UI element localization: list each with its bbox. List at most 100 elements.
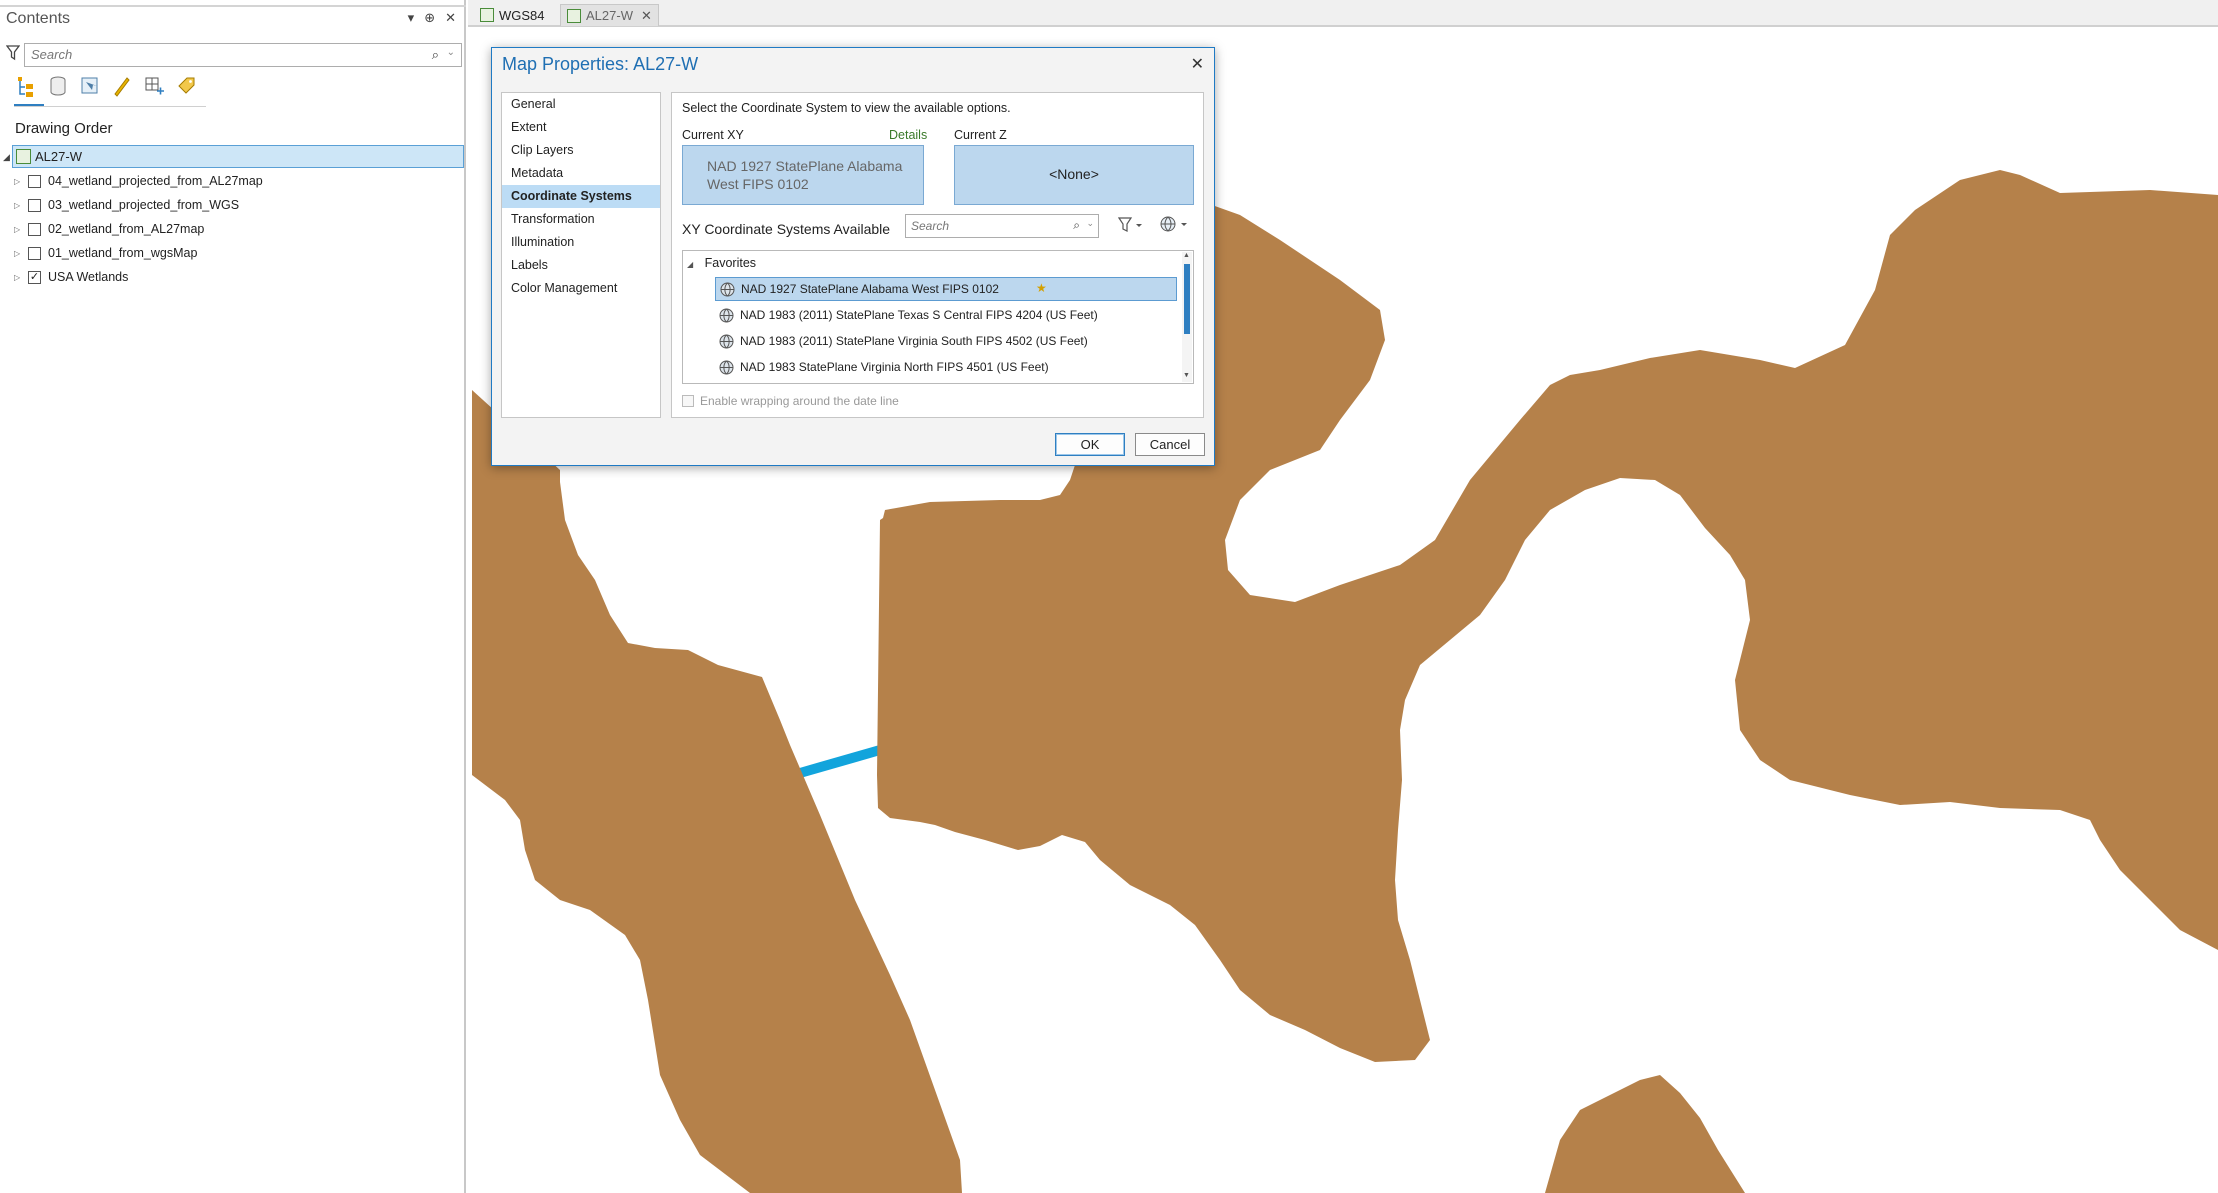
toolbar-divider [14, 106, 206, 107]
nav-item-clip-layers[interactable]: Clip Layers [502, 139, 660, 162]
layer-item[interactable]: ▷ 01_wetland_from_wgsMap [14, 242, 197, 264]
wrap-dateline-checkbox[interactable] [682, 395, 694, 407]
layer-visibility-checkbox[interactable]: ✓ [28, 270, 41, 284]
dialog-nav: General Extent Clip Layers Metadata Coor… [501, 92, 661, 418]
pane-top-border [0, 5, 466, 7]
contents-title: Contents [6, 10, 71, 27]
expand-icon[interactable]: ▷ [14, 273, 28, 282]
cs-item-label: NAD 1927 StatePlane Alabama West FIPS 01… [741, 282, 999, 296]
instruction-text: Select the Coordinate System to view the… [682, 101, 1011, 115]
current-xy-label: Current XY [682, 128, 744, 142]
contents-search-input[interactable]: Search ⌕ ⌄ [24, 43, 462, 67]
layer-item[interactable]: ▷ 02_wetland_from_AL27map [14, 218, 204, 240]
wrap-dateline-label: Enable wrapping around the date line [700, 394, 899, 408]
drawing-order-icon[interactable] [16, 74, 36, 98]
layer-label: USA Wetlands [48, 270, 129, 284]
list-scrollbar[interactable]: ▲ ▼ [1182, 252, 1192, 382]
current-z-box[interactable]: <None> [954, 145, 1194, 205]
current-xy-line1: NAD 1927 StatePlane Alabama [707, 158, 903, 174]
selection-icon[interactable] [80, 74, 100, 98]
map-icon [567, 8, 581, 23]
globe-icon [719, 308, 734, 322]
cs-item-label: NAD 1983 StatePlane Virginia North FIPS … [740, 360, 1049, 374]
globe-icon [719, 334, 734, 348]
current-z-label: Current Z [954, 128, 1007, 142]
nav-item-transformation[interactable]: Transformation [502, 208, 660, 231]
list-item[interactable]: NAD 1983 (2011) StatePlane Texas S Centr… [715, 303, 1177, 327]
layer-item[interactable]: ▷ ✓ USA Wetlands [14, 266, 128, 288]
map-tab-bar: WGS84 AL27-W ✕ [468, 0, 2218, 27]
map-node-al27-w[interactable]: AL27-W [12, 145, 464, 168]
tab-wgs84[interactable]: WGS84 [474, 4, 551, 26]
scroll-down-icon[interactable]: ▼ [1183, 372, 1190, 379]
layer-label: 03_wetland_projected_from_WGS [48, 198, 240, 212]
favorite-star-icon[interactable]: ★ [1036, 281, 1047, 295]
scroll-up-icon[interactable]: ▲ [1183, 252, 1190, 259]
nav-item-extent[interactable]: Extent [502, 116, 660, 139]
cs-search-placeholder: Search [911, 219, 950, 233]
expand-icon[interactable]: ▷ [14, 225, 28, 234]
current-xy-line2: West FIPS 0102 [707, 176, 809, 192]
search-icon[interactable]: ⌕ [432, 47, 439, 63]
nav-item-color-management[interactable]: Color Management [502, 277, 660, 300]
map-icon [16, 149, 31, 164]
snapping-icon[interactable] [144, 74, 164, 98]
map-node-label: AL27-W [35, 149, 82, 164]
layer-label: 02_wetland_from_AL27map [48, 222, 205, 236]
coordinate-systems-list[interactable]: ◢ Favorites NAD 1927 StatePlane Alabama … [682, 250, 1194, 384]
expand-icon[interactable]: ▷ [14, 177, 28, 186]
current-z-value: <None> [1049, 166, 1099, 182]
contents-toolbar [16, 74, 196, 98]
nav-item-illumination[interactable]: Illumination [502, 231, 660, 254]
pin-icon[interactable]: ⊕ [424, 10, 435, 26]
nav-item-general[interactable]: General [502, 93, 660, 116]
layer-visibility-checkbox[interactable] [28, 222, 41, 236]
nav-item-metadata[interactable]: Metadata [502, 162, 660, 185]
scrollbar-thumb[interactable] [1184, 264, 1190, 334]
layer-visibility-checkbox[interactable] [28, 246, 41, 260]
chevron-down-icon[interactable]: ⌄ [447, 47, 455, 58]
expand-icon[interactable]: ▷ [14, 201, 28, 210]
layer-visibility-checkbox[interactable] [28, 198, 41, 212]
add-coordinate-system-icon[interactable] [1159, 215, 1189, 233]
wrap-dateline-option: Enable wrapping around the date line [682, 394, 899, 408]
favorites-label: Favorites [704, 256, 757, 270]
tab-label: AL27-W [586, 8, 633, 23]
xy-available-heading: XY Coordinate Systems Available [682, 221, 891, 237]
layer-label: 01_wetland_from_wgsMap [48, 246, 198, 260]
data-source-icon[interactable] [48, 74, 68, 98]
cancel-button[interactable]: Cancel [1135, 433, 1205, 456]
details-link[interactable]: Details [889, 128, 927, 142]
drawing-order-heading: Drawing Order [15, 120, 113, 137]
layer-item[interactable]: ▷ 03_wetland_projected_from_WGS [14, 194, 239, 216]
pane-menu-icon[interactable]: ▾ [408, 10, 415, 26]
editing-icon[interactable] [112, 74, 132, 98]
globe-icon [719, 360, 734, 374]
current-xy-box[interactable]: NAD 1927 StatePlane Alabama West FIPS 01… [682, 145, 924, 205]
layer-label: 04_wetland_projected_from_AL27map [48, 174, 263, 188]
nav-item-labels[interactable]: Labels [502, 254, 660, 277]
layer-visibility-checkbox[interactable] [28, 174, 41, 188]
list-item[interactable]: NAD 1983 (2011) StatePlane Virginia Sout… [715, 329, 1177, 353]
map-expand-icon[interactable]: ◢ [3, 152, 10, 163]
search-icon[interactable]: ⌕ [1073, 218, 1080, 233]
layer-item[interactable]: ▷ 04_wetland_projected_from_AL27map [14, 170, 263, 192]
expand-icon[interactable]: ▷ [14, 249, 28, 258]
favorites-group[interactable]: ◢ Favorites [687, 256, 756, 270]
ok-button[interactable]: OK [1055, 433, 1125, 456]
filter-icon[interactable] [1118, 217, 1144, 233]
tab-close-icon[interactable]: ✕ [641, 8, 652, 24]
collapse-icon[interactable]: ◢ [687, 260, 693, 269]
cs-search-input[interactable]: Search ⌕ ⌄ [905, 214, 1099, 238]
nav-item-coordinate-systems[interactable]: Coordinate Systems [502, 185, 660, 208]
dialog-close-icon[interactable]: ✕ [1191, 54, 1204, 74]
chevron-down-icon[interactable]: ⌄ [1086, 218, 1094, 229]
cs-item-label: NAD 1983 (2011) StatePlane Texas S Centr… [740, 308, 1098, 322]
list-item[interactable]: NAD 1927 StatePlane Alabama West FIPS 01… [715, 277, 1177, 301]
list-item[interactable]: NAD 1983 StatePlane Virginia North FIPS … [715, 355, 1177, 379]
labeling-icon[interactable] [176, 74, 196, 98]
close-icon[interactable]: ✕ [445, 10, 456, 26]
globe-icon [720, 282, 735, 296]
filter-icon[interactable] [6, 45, 20, 61]
tab-al27-w[interactable]: AL27-W ✕ [560, 4, 659, 26]
